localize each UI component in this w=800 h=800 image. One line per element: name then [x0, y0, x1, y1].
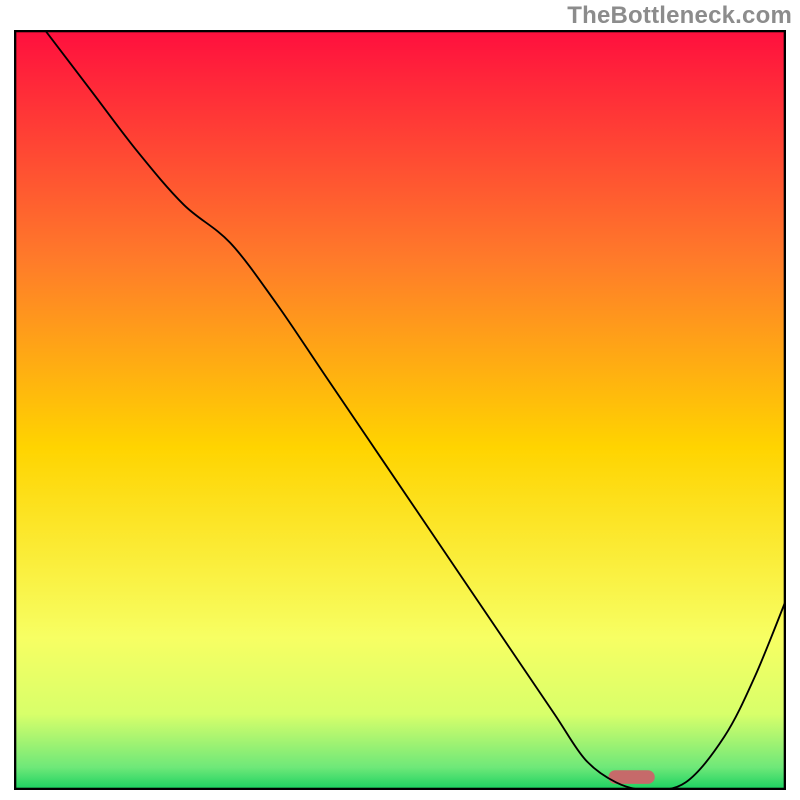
gradient-background: [14, 30, 786, 790]
plot-svg: [14, 30, 786, 790]
watermark-text: TheBottleneck.com: [567, 2, 792, 30]
chart-stage: TheBottleneck.com: [0, 0, 800, 800]
plot-area: [14, 30, 786, 790]
